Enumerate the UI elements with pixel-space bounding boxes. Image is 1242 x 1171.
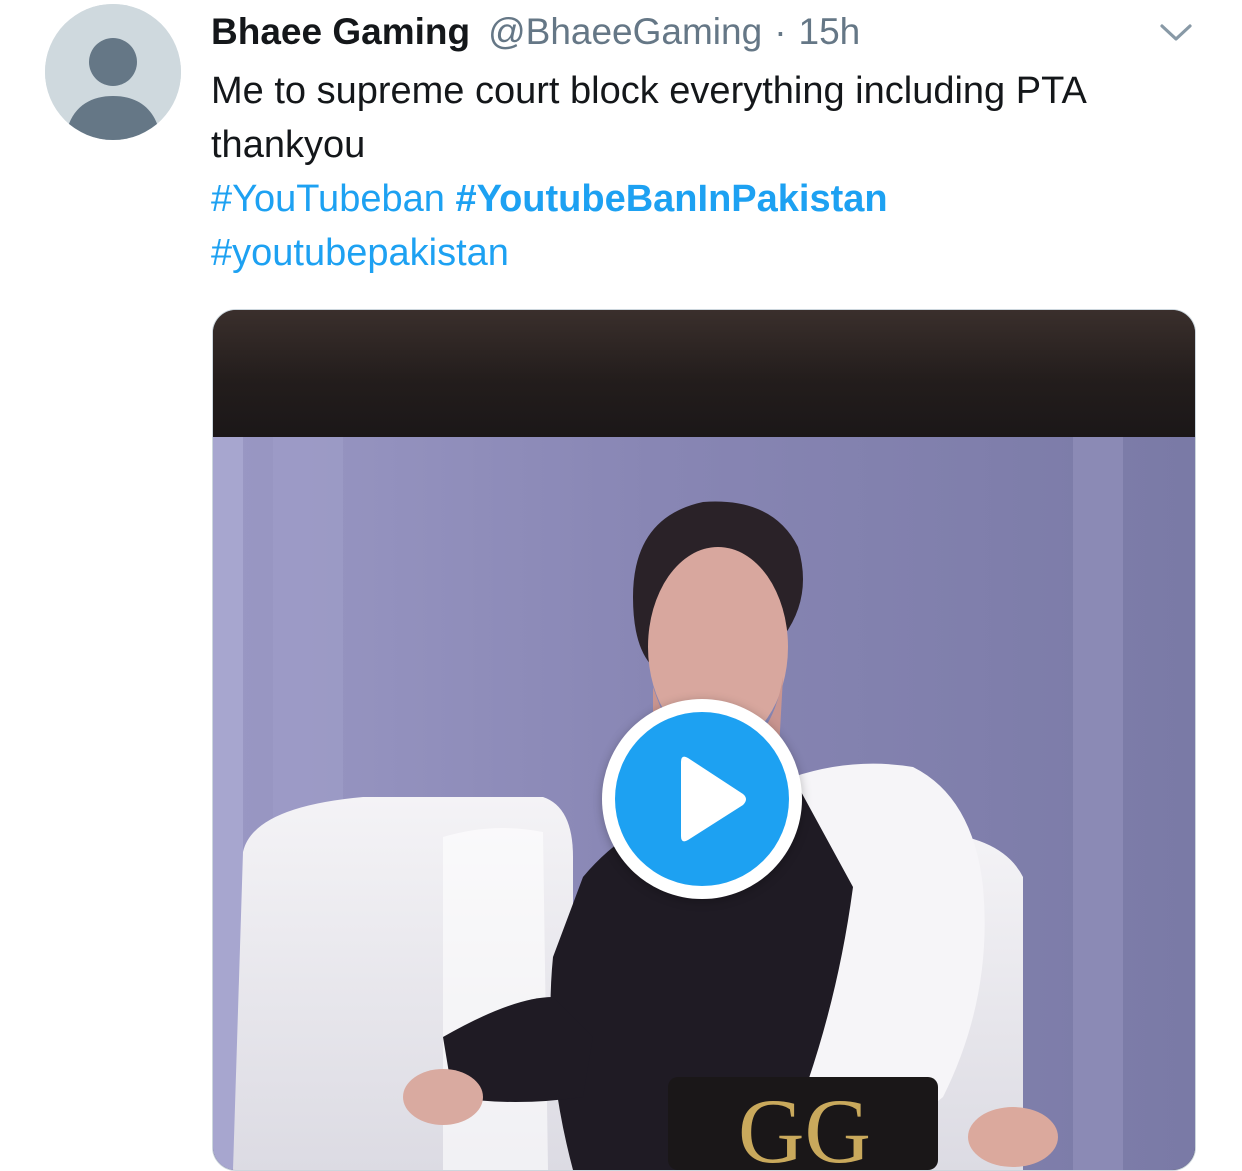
play-button[interactable] (602, 699, 802, 899)
default-profile-avatar-icon (45, 4, 181, 140)
display-name[interactable]: Bhaee Gaming (211, 8, 470, 56)
tweet-header: Bhaee Gaming @BhaeeGaming · 15h (211, 8, 860, 56)
avatar[interactable] (45, 4, 181, 140)
video-letterbox (213, 310, 1195, 437)
svg-text:GG: GG (738, 1080, 871, 1170)
chevron-down-icon (1160, 24, 1192, 41)
separator-dot: · (774, 11, 787, 52)
hashtag-link[interactable]: #YoutubeBanInPakistan (455, 178, 887, 220)
timestamp[interactable]: 15h (799, 8, 861, 56)
tweet-menu-button[interactable] (1154, 14, 1198, 50)
tweet-body: Me to supreme court block everything inc… (211, 70, 1085, 166)
tweet-text: Me to supreme court block everything inc… (211, 64, 1201, 280)
user-handle[interactable]: @BhaeeGaming (488, 8, 762, 56)
hashtag-line: #youtubepakistan (211, 226, 1201, 280)
hashtag-line: #YouTubeban #YoutubeBanInPakistan (211, 172, 1201, 226)
play-icon (681, 756, 746, 842)
hashtag-link[interactable]: #youtubepakistan (211, 232, 509, 274)
hashtag-link[interactable]: #YouTubeban (211, 178, 445, 220)
